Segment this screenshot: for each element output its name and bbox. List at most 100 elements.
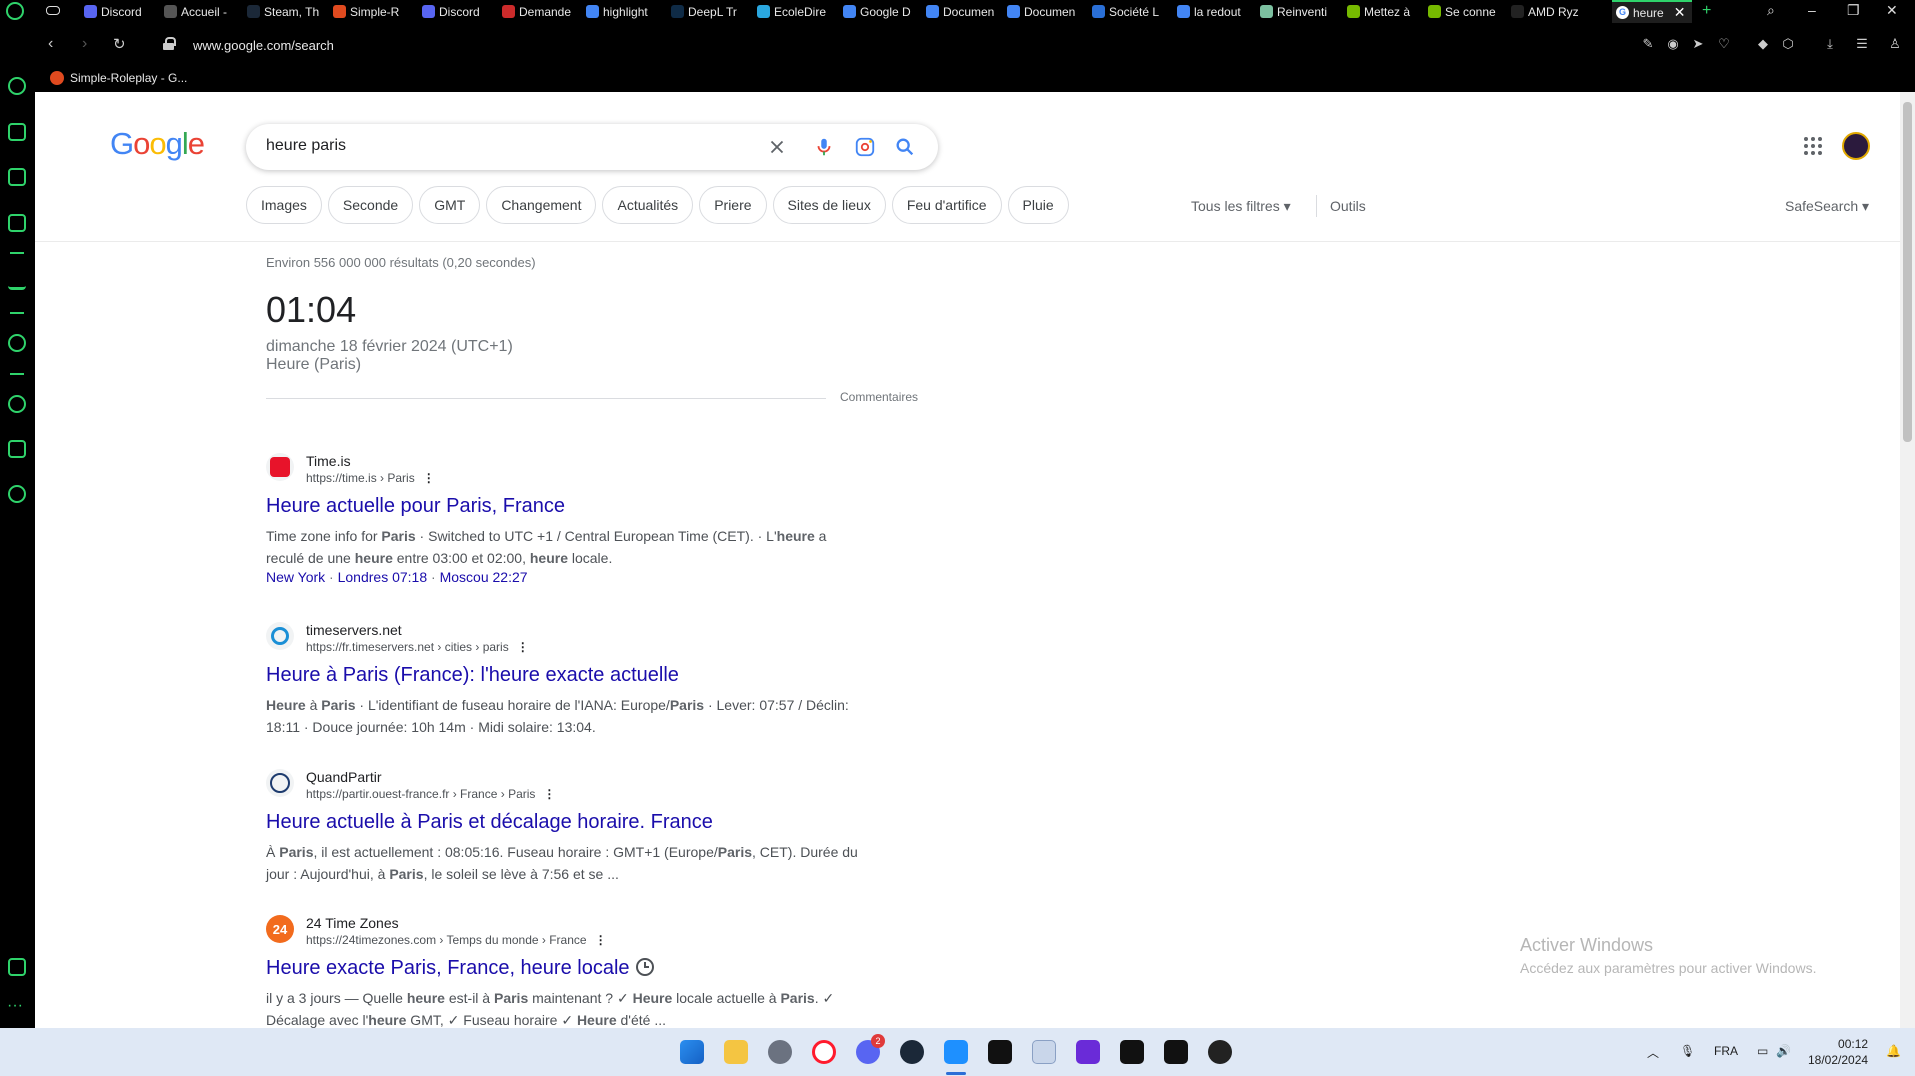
result-title[interactable]: Heure actuelle pour Paris, France — [266, 495, 565, 518]
tab[interactable]: Discord — [422, 0, 500, 23]
result-title[interactable]: Heure à Paris (France): l'heure exacte a… — [266, 664, 679, 687]
gamepad-icon[interactable] — [46, 6, 60, 15]
media-player-icon[interactable] — [1208, 1040, 1232, 1064]
microphone-icon[interactable] — [813, 136, 835, 158]
file-explorer-icon[interactable] — [724, 1040, 748, 1064]
reload-icon[interactable]: ↻ — [113, 35, 126, 53]
result-title[interactable]: Heure exacte Paris, France, heure locale — [266, 957, 655, 980]
cube-icon[interactable]: ⬡ — [1781, 37, 1795, 51]
page-scrollbar[interactable] — [1900, 92, 1915, 1028]
url-field[interactable]: www.google.com/search — [193, 38, 334, 53]
taskbar-clock[interactable]: 00:12 18/02/2024 — [1808, 1036, 1868, 1068]
tab[interactable]: Mettez à — [1347, 0, 1425, 23]
garrysmod-icon[interactable] — [944, 1040, 968, 1064]
start-icon[interactable] — [680, 1040, 704, 1064]
result-title[interactable]: Heure actuelle à Paris et décalage horai… — [266, 811, 713, 834]
settings-icon[interactable] — [8, 485, 26, 503]
filter-chip[interactable]: Sites de lieux — [772, 186, 886, 224]
send-icon[interactable]: ➤ — [1691, 37, 1705, 51]
tab[interactable]: DeepL Tr — [671, 0, 749, 23]
account-icon[interactable]: ♙ — [1888, 37, 1902, 51]
result-site[interactable]: timeservers.net — [306, 622, 402, 638]
tray-mic-icon[interactable]: 🎙 — [1680, 1044, 1695, 1058]
result-url[interactable]: https://24timezones.com › Temps du monde… — [306, 933, 607, 947]
clear-icon[interactable] — [766, 136, 788, 158]
tray-expand-icon[interactable]: ︿ — [1647, 1044, 1659, 1061]
sitelink[interactable]: New York — [266, 569, 325, 585]
more-options-icon[interactable]: ⋮ — [517, 640, 529, 654]
tab[interactable]: Steam, Th — [247, 0, 325, 23]
tab[interactable]: Société L — [1092, 0, 1170, 23]
filter-chip[interactable]: Priere — [699, 186, 767, 224]
restore-icon[interactable]: ❐ — [1847, 2, 1860, 19]
steam-icon[interactable] — [900, 1040, 924, 1064]
network-icon[interactable]: ▭ — [1757, 1044, 1768, 1058]
google-logo[interactable]: Google — [110, 126, 205, 162]
heart-icon[interactable]: ♡ — [1717, 37, 1731, 51]
tab[interactable]: Accueil - — [164, 0, 242, 23]
tab-active[interactable]: G heure ✕ — [1612, 0, 1692, 23]
speed-dial-icon[interactable] — [8, 77, 26, 95]
snapshot-edit-icon[interactable]: ✎ — [1641, 37, 1655, 51]
scrollbar-thumb[interactable] — [1903, 102, 1912, 442]
menu-icon[interactable]: ☰ — [1855, 37, 1869, 51]
filter-chip[interactable]: Changement — [486, 186, 597, 224]
gallery-icon[interactable] — [8, 958, 26, 976]
epic-games-icon[interactable] — [988, 1040, 1012, 1064]
close-window-icon[interactable]: ✕ — [1886, 2, 1898, 19]
filter-chip[interactable]: Images — [246, 186, 322, 224]
more-options-icon[interactable]: ⋮ — [595, 933, 607, 947]
app-purple-icon[interactable] — [1076, 1040, 1100, 1064]
tab[interactable]: Documen — [926, 0, 1004, 23]
avatar[interactable] — [1842, 132, 1870, 160]
tab[interactable]: Documen — [1007, 0, 1085, 23]
filter-chip[interactable]: Actualités — [602, 186, 694, 224]
camera-icon[interactable]: ◉ — [1666, 37, 1680, 51]
result-site[interactable]: Time.is — [306, 453, 351, 469]
history-icon[interactable] — [8, 395, 26, 413]
tab[interactable]: Demande — [502, 0, 580, 23]
aria-icon[interactable] — [8, 272, 26, 290]
search-icon[interactable] — [894, 136, 916, 158]
filter-chip[interactable]: Feu d'artifice — [891, 186, 1002, 224]
more-icon[interactable]: ··· — [7, 997, 23, 1015]
opera-taskbar-icon[interactable] — [812, 1040, 836, 1064]
result-site[interactable]: 24 Time Zones — [306, 915, 399, 931]
sitelink[interactable]: Moscou 22:27 — [440, 569, 528, 585]
app-waveform-icon[interactable] — [1120, 1040, 1144, 1064]
back-icon[interactable]: ‹ — [48, 35, 53, 53]
all-filters-button[interactable]: Tous les filtres ▾ — [1191, 198, 1291, 215]
tab[interactable]: Se conne — [1428, 0, 1506, 23]
sitelink[interactable]: Londres 07:18 — [338, 569, 428, 585]
more-options-icon[interactable]: ⋮ — [423, 471, 435, 485]
result-url[interactable]: https://partir.ouest-france.fr › France … — [306, 787, 555, 801]
notification-bell-icon[interactable]: 🔔 — [1886, 1044, 1901, 1058]
capcut-icon[interactable] — [1164, 1040, 1188, 1064]
result-site[interactable]: QuandPartir — [306, 769, 381, 785]
extensions-cube-icon[interactable] — [8, 440, 26, 458]
download-icon[interactable]: ⤓ — [1823, 37, 1837, 51]
filter-chip[interactable]: Pluie — [1007, 186, 1069, 224]
twitch-icon[interactable] — [8, 168, 26, 186]
tab[interactable]: Google D — [843, 0, 921, 23]
more-options-icon[interactable]: ⋮ — [543, 787, 555, 801]
settings-gear-icon[interactable] — [768, 1040, 792, 1064]
tab[interactable]: Simple-R — [333, 0, 411, 23]
filter-chip[interactable]: Seconde — [327, 186, 414, 224]
new-tab-button[interactable]: + — [1702, 2, 1711, 20]
tab[interactable]: highlight — [586, 0, 664, 23]
safesearch-button[interactable]: SafeSearch ▾ — [1785, 198, 1869, 215]
feedback-link[interactable]: Commentaires — [840, 390, 918, 404]
tab[interactable]: la redout — [1177, 0, 1255, 23]
discord-taskbar-icon[interactable]: 2 — [856, 1034, 885, 1064]
result-url[interactable]: https://time.is › Paris ⋮ — [306, 471, 435, 485]
filter-chip[interactable]: GMT — [419, 186, 481, 224]
minimize-icon[interactable]: – — [1808, 2, 1816, 18]
language-indicator[interactable]: FRA — [1714, 1044, 1738, 1058]
apps-grid-icon[interactable] — [1803, 136, 1823, 156]
tab[interactable]: EcoleDire — [757, 0, 835, 23]
tab[interactable]: Reinventi — [1260, 0, 1338, 23]
tab[interactable]: Discord — [84, 0, 162, 23]
tools-button[interactable]: Outils — [1330, 198, 1366, 214]
photos-icon[interactable] — [1032, 1040, 1056, 1064]
